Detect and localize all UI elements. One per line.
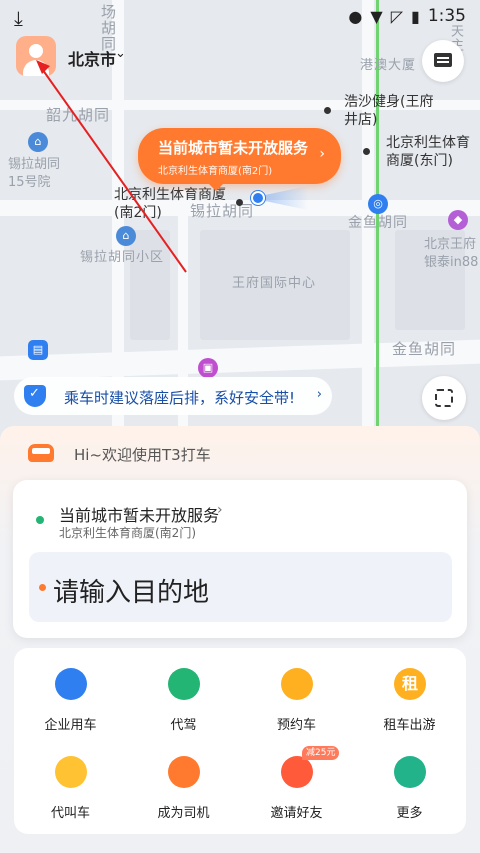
bubble-title: 当前城市暂未开放服务 (158, 139, 309, 157)
more-icon (394, 756, 426, 788)
safety-banner[interactable]: 乘车时建议落座后排，系好安全带! › (14, 377, 332, 415)
avatar[interactable] (16, 36, 56, 76)
city-selector[interactable]: 北京市 (68, 46, 116, 70)
bubble-tail (208, 183, 224, 191)
poi-icon: ◆ (448, 210, 468, 230)
destination-dot (39, 584, 46, 591)
service-label: 代驾 (170, 718, 197, 733)
service-label: 租车出游 (383, 718, 436, 733)
bus-stop-icon: ▤ (28, 340, 48, 360)
safety-text: 乘车时建议落座后排，系好安全带! (64, 389, 296, 407)
message-icon (434, 53, 452, 67)
start-location-subtitle: 北京利生体育商厦(南2门) (59, 526, 196, 540)
service-rental[interactable]: 租租车出游 (353, 652, 466, 742)
service-chauffeur[interactable]: 代驾 (127, 652, 240, 742)
service-grid: 企业用车 代驾 预约车租租车出游 代叫车 成为司机 减25元 邀请好友 更多 (14, 648, 466, 834)
start-dot (36, 516, 44, 524)
street-label: 金鱼胡同 (348, 215, 408, 231)
start-location-title[interactable]: 当前城市暂未开放服务 (59, 502, 219, 526)
poi-label[interactable]: 浩沙健身(王府井店) (344, 93, 444, 129)
chevron-right-icon: › (319, 146, 325, 162)
current-location-marker (251, 191, 265, 205)
street-label: 王府国际中心 (232, 276, 317, 291)
location-icon: ● (348, 6, 363, 26)
bottom-sheet: Hi~欢迎使用T3打车 当前城市暂未开放服务 › 北京利生体育商厦(南2门) 请… (0, 426, 480, 853)
poi-icon: ⌂ (116, 226, 136, 246)
greeting-text: Hi~欢迎使用T3打车 (74, 446, 211, 464)
status-icons: ● ▼ ◸ ▮ 1:35 (348, 6, 466, 26)
service-more[interactable]: 更多 (353, 740, 466, 830)
locate-icon (435, 389, 453, 407)
building-icon (55, 668, 87, 700)
stopwatch-icon (281, 668, 313, 700)
service-label: 成为司机 (157, 806, 210, 821)
signal-icon: ◸ (390, 6, 403, 26)
rental-icon: 租 (394, 668, 426, 700)
battery-icon: ▮ (411, 6, 420, 26)
poi-label[interactable]: 北京利生体育商厦(南2门) (114, 186, 226, 222)
chevron-down-icon[interactable]: ⌄ (115, 46, 126, 61)
car-icon (28, 444, 54, 462)
chevron-right-icon[interactable]: › (217, 502, 223, 518)
poi-icon: ⌂ (28, 132, 48, 152)
poi-dot (236, 199, 243, 206)
service-label: 企业用车 (44, 718, 97, 733)
avatar-body (23, 60, 49, 76)
service-label: 更多 (396, 806, 423, 821)
service-stopwatch[interactable]: 预约车 (240, 652, 353, 742)
poi-icon: ▣ (198, 358, 218, 378)
street-label: 韶九胡同 (46, 106, 111, 124)
driver-icon (168, 756, 200, 788)
invite-icon (281, 756, 313, 788)
service-label: 代叫车 (50, 806, 90, 821)
street-label: 金鱼胡同 (392, 340, 457, 358)
poi-dot (363, 148, 370, 155)
poi-label[interactable]: 北京王府银泰in88 (424, 236, 480, 272)
service-building[interactable]: 企业用车 (14, 652, 127, 742)
destination-input[interactable]: 请输入目的地 (29, 552, 452, 622)
street-label: 锡拉胡同小区 (80, 250, 165, 265)
destination-placeholder: 请输入目的地 (53, 578, 210, 608)
discount-badge: 减25元 (302, 746, 340, 760)
call-car-icon (55, 756, 87, 788)
poi-dot (324, 107, 331, 114)
download-icon: ⤓ (14, 6, 23, 30)
metro-icon: ◎ (368, 194, 388, 214)
status-bar: ⤓ ● ▼ ◸ ▮ 1:35 (0, 0, 480, 34)
poi-label[interactable]: 锡拉胡同15号院 (8, 156, 68, 192)
service-unavailable-bubble[interactable]: 当前城市暂未开放服务 北京利生体育商厦(南2门) › (138, 128, 341, 184)
poi-label[interactable]: 北京利生体育商厦(东门) (386, 134, 478, 170)
bubble-subtitle: 北京利生体育商厦(南2门) (158, 166, 273, 177)
chevron-right-icon: › (316, 387, 322, 402)
shield-icon (24, 385, 46, 407)
service-driver[interactable]: 成为司机 (127, 740, 240, 830)
locate-button[interactable] (422, 376, 466, 420)
wifi-icon: ▼ (370, 6, 383, 26)
service-label: 预约车 (276, 718, 316, 733)
message-button[interactable] (422, 40, 464, 82)
service-invite[interactable]: 减25元邀请好友 (240, 740, 353, 830)
street-label: 港澳大厦 (360, 58, 417, 73)
service-label: 邀请好友 (270, 806, 323, 821)
avatar-head (29, 44, 43, 58)
status-time: 1:35 (427, 6, 466, 26)
trip-card: 当前城市暂未开放服务 › 北京利生体育商厦(南2门) 请输入目的地 (13, 480, 467, 638)
chauffeur-icon (168, 668, 200, 700)
service-call-car[interactable]: 代叫车 (14, 740, 127, 830)
